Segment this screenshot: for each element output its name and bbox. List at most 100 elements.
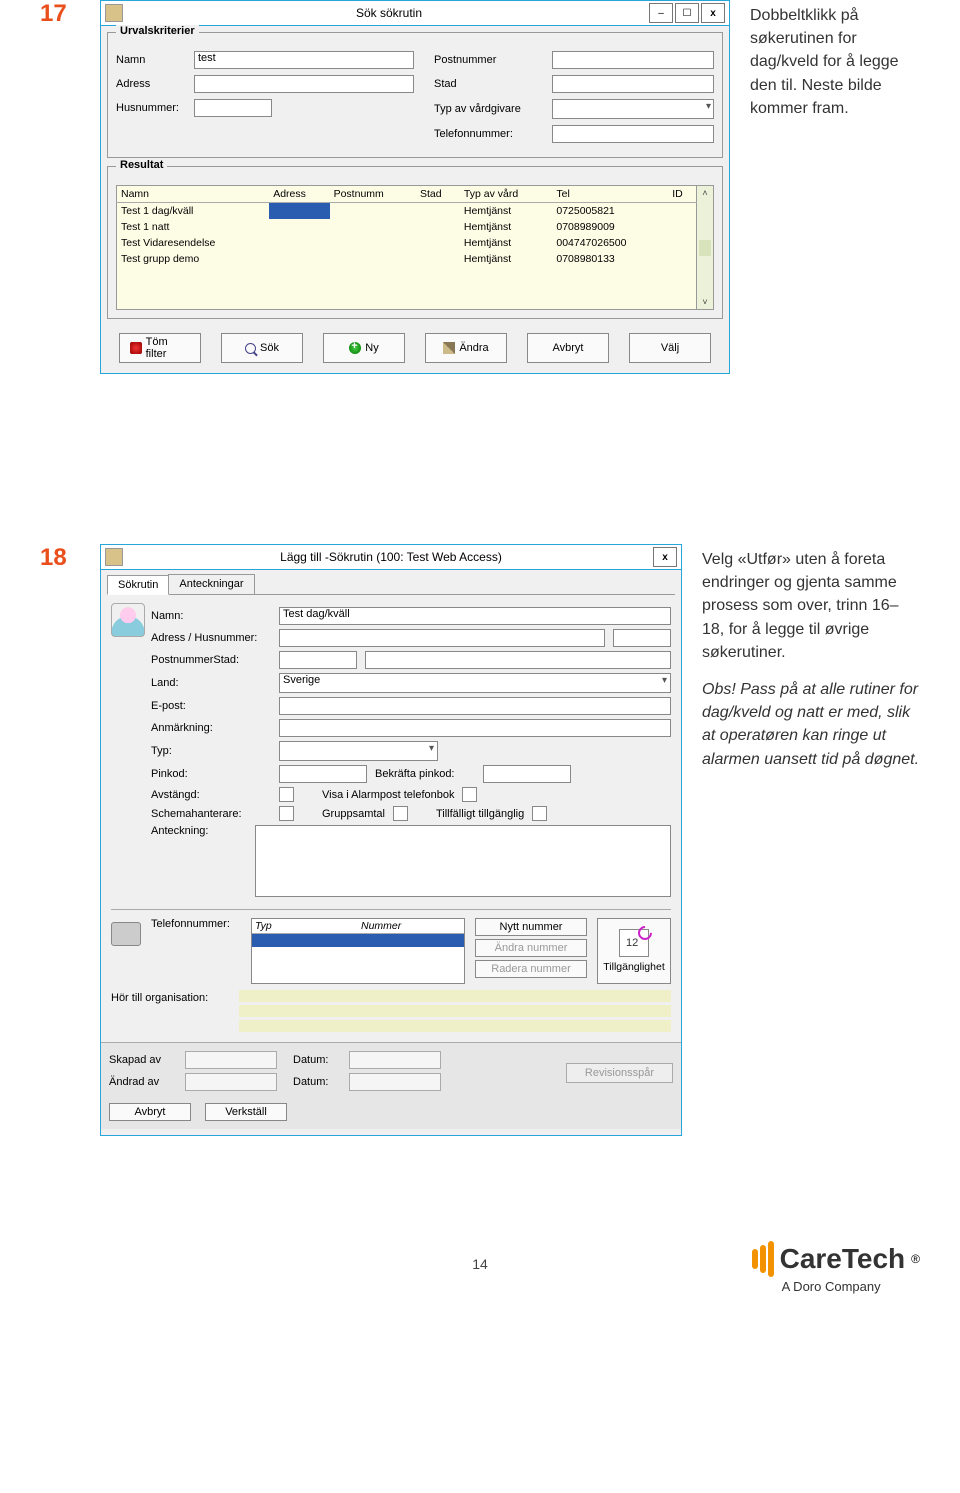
label-pin: Pinkod: xyxy=(151,768,271,780)
col-nummer: Nummer xyxy=(358,919,464,934)
select-land[interactable]: Sverige xyxy=(279,673,671,693)
delete-number-button[interactable]: Radera nummer xyxy=(475,960,587,978)
scroll-thumb[interactable] xyxy=(699,240,711,256)
input-namn2[interactable]: Test dag/kväll xyxy=(279,607,671,625)
new-number-button[interactable]: Nytt nummer xyxy=(475,918,587,936)
revision-button: Revisionsspår xyxy=(566,1063,673,1083)
input-namn[interactable]: test xyxy=(194,51,414,69)
cell-typ: Hemtjänst xyxy=(460,235,552,251)
edit-icon xyxy=(443,342,455,354)
checkbox-visa[interactable] xyxy=(462,787,477,802)
phone-list[interactable]: Typ Nummer xyxy=(251,918,465,984)
label-land: Land: xyxy=(151,677,271,689)
col-stad[interactable]: Stad xyxy=(416,186,460,203)
table-row[interactable]: Test grupp demo Hemtjänst 0708980133 xyxy=(117,251,697,267)
cell-typ: Hemtjänst xyxy=(460,203,552,220)
input-pin[interactable] xyxy=(279,765,367,783)
input-andrad xyxy=(185,1073,277,1091)
col-adress[interactable]: Adress xyxy=(269,186,329,203)
plus-icon xyxy=(349,342,361,354)
table-row[interactable]: Test 1 dag/kväll Hemtjänst 0725005821 xyxy=(117,203,697,220)
table-row[interactable]: Test 1 natt Hemtjänst 0708989009 xyxy=(117,219,697,235)
input-epost[interactable] xyxy=(279,697,671,715)
close-button[interactable]: x xyxy=(701,3,725,23)
col-id[interactable]: ID xyxy=(668,186,696,203)
cancel-button[interactable]: Avbryt xyxy=(527,333,609,363)
label-typ: Typ: xyxy=(151,745,271,757)
clear-filter-button[interactable]: Töm filter xyxy=(119,333,201,363)
col-typ[interactable]: Typ av vård xyxy=(460,186,552,203)
group-criteria: Urvalskriterier Namn test Adress xyxy=(107,32,723,158)
cancel-button-2[interactable]: Avbryt xyxy=(109,1103,191,1121)
label-tillf: Tillfälligt tillgänglig xyxy=(436,808,524,820)
clear-filter-label: Töm filter xyxy=(146,336,190,360)
label-anm: Anmärkning: xyxy=(151,722,271,734)
window-search: Sök sökrutin – ☐ x Urvalskriterier Namn … xyxy=(100,0,730,374)
checkbox-avst[interactable] xyxy=(279,787,294,802)
input-stad2[interactable] xyxy=(365,651,671,669)
label-bpin: Bekräfta pinkod: xyxy=(375,768,475,780)
col-tel[interactable]: Tel xyxy=(552,186,668,203)
text-bold: Utfør xyxy=(746,551,782,568)
edit-number-button[interactable]: Ändra nummer xyxy=(475,939,587,957)
input-bpin[interactable] xyxy=(483,765,571,783)
col-postnr[interactable]: Postnumm xyxy=(330,186,416,203)
checkbox-grupp[interactable] xyxy=(393,806,408,821)
group-criteria-legend: Urvalskriterier xyxy=(116,25,199,37)
input-adress[interactable] xyxy=(194,75,414,93)
result-table[interactable]: Namn Adress Postnumm Stad Typ av vård Te… xyxy=(116,185,697,310)
logo: CareTech® A Doro Company xyxy=(752,1241,920,1294)
cell-namn: Test 1 dag/kväll xyxy=(117,203,270,220)
input-adress2[interactable] xyxy=(279,629,605,647)
checkbox-tillf[interactable] xyxy=(532,806,547,821)
input-tel[interactable] xyxy=(552,125,714,143)
window-icon xyxy=(105,548,123,566)
availability-button[interactable]: Tillgänglighet xyxy=(597,918,671,984)
col-typ2: Typ xyxy=(252,919,358,934)
label-stad: Stad xyxy=(434,78,544,90)
label-visa: Visa i Alarmpost telefonbok xyxy=(322,789,454,801)
tab-anteckningar[interactable]: Anteckningar xyxy=(168,574,254,594)
label-schema: Schemahanterare: xyxy=(151,808,271,820)
label-org: Hör till organisation: xyxy=(111,990,231,1004)
input-husnr[interactable] xyxy=(194,99,272,117)
label-poststad: PostnummerStad: xyxy=(151,654,271,666)
scrollbar[interactable]: ˄ ˅ xyxy=(697,185,714,310)
scroll-up-icon[interactable]: ˄ xyxy=(702,188,707,198)
close-button[interactable]: x xyxy=(653,547,677,567)
input-postnr2[interactable] xyxy=(279,651,357,669)
col-namn[interactable]: Namn xyxy=(117,186,270,203)
minimize-button[interactable]: – xyxy=(649,3,673,23)
table-row[interactable]: Test Vidaresendelse Hemtjänst 0047470265… xyxy=(117,235,697,251)
apply-button[interactable]: Verkställ xyxy=(205,1103,287,1121)
phone-row-selected[interactable] xyxy=(252,934,464,947)
choose-button[interactable]: Välj xyxy=(629,333,711,363)
textarea-anteck[interactable] xyxy=(255,825,671,897)
new-button[interactable]: Ny xyxy=(323,333,405,363)
checkbox-schema[interactable] xyxy=(279,806,294,821)
instruction-text-18: Velg «Utfør» uten å foreta endringer og … xyxy=(702,544,920,1136)
cell-namn: Test 1 natt xyxy=(117,219,270,235)
input-stad[interactable] xyxy=(552,75,714,93)
select-typ[interactable] xyxy=(279,741,438,761)
cell-selected xyxy=(269,203,329,220)
scroll-down-icon[interactable]: ˅ xyxy=(702,297,707,307)
label-adress: Adress xyxy=(116,78,186,90)
input-anm[interactable] xyxy=(279,719,671,737)
input-husnr2[interactable] xyxy=(613,629,671,647)
label-namn: Namn xyxy=(116,54,186,66)
label-datum1: Datum: xyxy=(293,1054,343,1066)
cell-tel: 0725005821 xyxy=(552,203,668,220)
edit-button[interactable]: Ändra xyxy=(425,333,507,363)
select-typv[interactable] xyxy=(552,99,714,119)
window-add: Lägg till -Sökrutin (100: Test Web Acces… xyxy=(100,544,682,1136)
cell-tel: 0708989009 xyxy=(552,219,668,235)
new-label: Ny xyxy=(365,342,378,354)
tab-sokrutin[interactable]: Sökrutin xyxy=(107,575,169,595)
maximize-button[interactable]: ☐ xyxy=(675,3,699,23)
org-list xyxy=(239,990,671,1032)
cell-tel: 004747026500 xyxy=(552,235,668,251)
search-button[interactable]: Sök xyxy=(221,333,303,363)
label-postnr: Postnummer xyxy=(434,54,544,66)
input-postnr[interactable] xyxy=(552,51,714,69)
